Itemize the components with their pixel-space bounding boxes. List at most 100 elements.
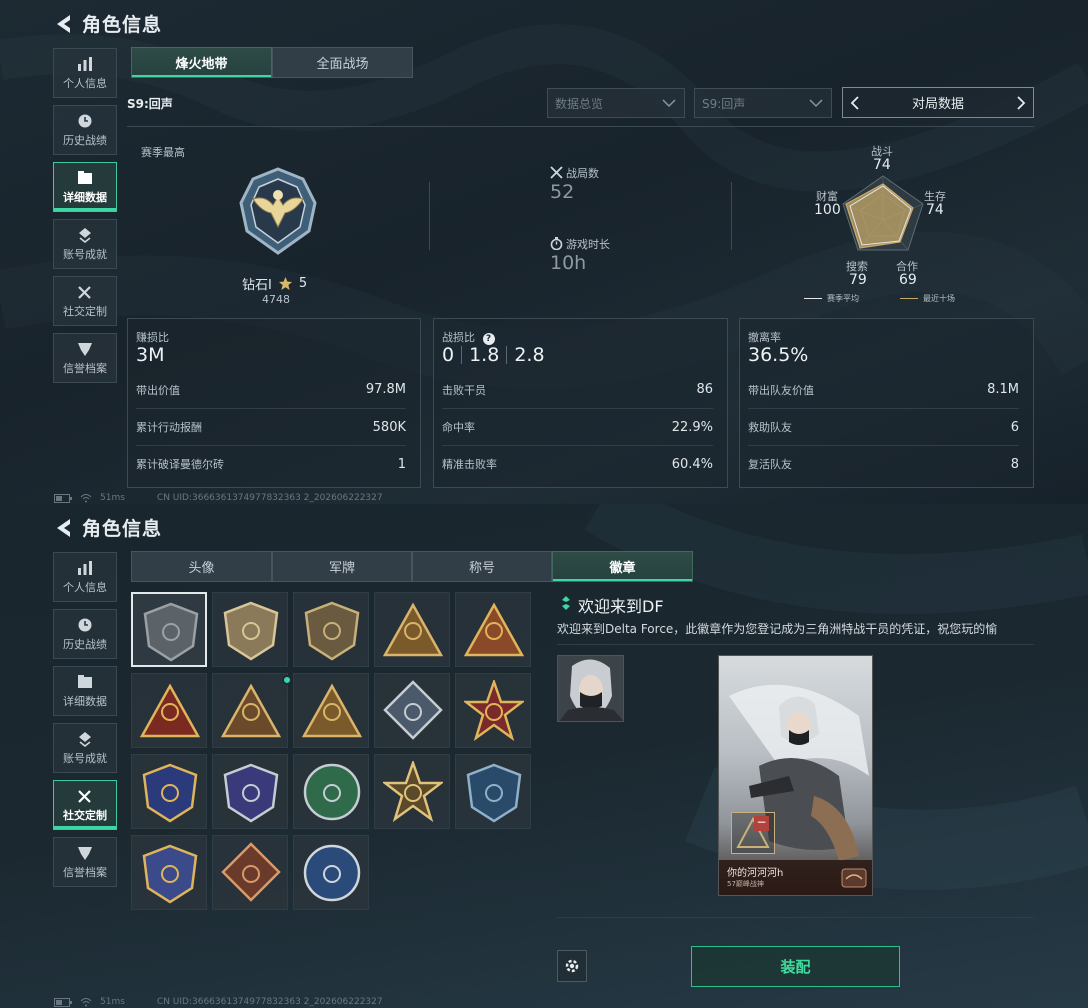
- sidebar-item-details[interactable]: 详细数据: [53, 162, 117, 212]
- stat-label: 救助队友: [748, 421, 792, 434]
- stat-row: 带出价值 97.8M: [136, 371, 406, 408]
- stat-row: 累计行动报酬 580K: [136, 408, 406, 445]
- folder-icon: [78, 170, 92, 184]
- clock-icon: [78, 114, 92, 127]
- data-type-value: 数据总览: [555, 96, 604, 111]
- tab-hazard-zone[interactable]: 烽火地带: [131, 47, 272, 78]
- sidebar-item-profile[interactable]: 个人信息: [53, 552, 117, 602]
- rank-emblem-icon: [239, 167, 317, 255]
- blue-shield-emblem-icon: [223, 763, 279, 823]
- data-type-select[interactable]: 数据总览: [547, 88, 685, 118]
- sidebar-item-achievements[interactable]: 账号成就: [53, 219, 117, 269]
- season-select[interactable]: S9:回声: [694, 88, 832, 118]
- shield-icon: [78, 846, 92, 860]
- fifty-seven-emblem-icon: [383, 602, 443, 657]
- badge-slot[interactable]: [293, 754, 369, 829]
- badge-slot[interactable]: [293, 835, 369, 910]
- dagger-emblem-icon: [304, 601, 360, 661]
- pager-label: 对局数据: [911, 97, 964, 112]
- battery-icon: [54, 493, 72, 503]
- dog-tag-icon: [841, 868, 867, 888]
- sidebar-item-social[interactable]: 社交定制: [53, 780, 117, 830]
- stat-value: 97.8M: [365, 382, 406, 397]
- stat-row: 命中率 22.9%: [442, 408, 713, 445]
- stat-card-profit: 赚损比 3M 带出价值 97.8M 累计行动报酬 580K 累计破译曼德尔砖 1: [127, 318, 421, 488]
- bar-chart-icon: [78, 56, 92, 71]
- badge-slot[interactable]: [212, 673, 288, 748]
- back-arrow-icon[interactable]: [54, 517, 72, 539]
- stat-label: 累计行动报酬: [136, 421, 202, 434]
- tab-avatar[interactable]: 头像: [131, 551, 272, 582]
- card-title: 撤离率: [748, 331, 781, 344]
- stat-row: 带出队友价值 8.1M: [748, 371, 1019, 408]
- status-bar: 51ms CN UID:3666361374977832363 2_202606…: [54, 493, 383, 503]
- kd-values: 0 1.8 2.8: [442, 344, 545, 366]
- status-bar: 51ms CN UID:3666361374977832363 2_202606…: [54, 997, 383, 1007]
- tab-full-battlefield[interactable]: 全面战场: [272, 47, 413, 78]
- chevron-right-icon[interactable]: [1015, 95, 1027, 111]
- badge-slot[interactable]: [455, 592, 531, 667]
- gold-star-emblem-icon: [383, 761, 443, 823]
- badge-slot[interactable]: [374, 592, 450, 667]
- badge-slot[interactable]: [212, 754, 288, 829]
- legend-swatch-average: [804, 298, 822, 299]
- stat-label: 带出队友价值: [748, 383, 814, 397]
- badge-slot[interactable]: [293, 673, 369, 748]
- sidebar-item-history[interactable]: 历史战绩: [53, 609, 117, 659]
- poster-name-bar: 你的河河河h 57巅峰战神: [719, 860, 872, 895]
- radar-legend: 赛季平均 最近十场: [804, 293, 955, 304]
- radar-value-wealth: 100: [814, 202, 841, 218]
- badge-slot[interactable]: [374, 754, 450, 829]
- chevron-down-icon: [662, 99, 676, 108]
- equip-button[interactable]: 装配: [691, 946, 900, 987]
- tab-badge[interactable]: 徽章: [552, 551, 693, 582]
- sidebar-item-label: 历史战绩: [63, 133, 107, 147]
- tab-title[interactable]: 称号: [412, 551, 552, 582]
- badge-slot[interactable]: [131, 673, 207, 748]
- back-arrow-icon[interactable]: [54, 13, 72, 35]
- badge-slot[interactable]: [131, 754, 207, 829]
- ability-radar-chart: [842, 175, 924, 251]
- new-indicator-dot: [282, 675, 292, 685]
- stat-value: 86: [696, 382, 713, 397]
- sidebar-item-label: 社交定制: [63, 808, 107, 822]
- divider: [429, 182, 430, 250]
- badge-detail-title: 欢迎来到DF: [578, 597, 664, 616]
- sidebar-item-label: 账号成就: [63, 751, 107, 765]
- stat-label: 精准击败率: [442, 458, 497, 471]
- page-title: 角色信息: [82, 14, 163, 36]
- star-icon: [278, 277, 292, 290]
- divider: [557, 644, 1034, 645]
- stat-value: 580K: [372, 419, 406, 435]
- rank-name: 钻石I: [242, 278, 272, 293]
- remove-badge-button[interactable]: −: [754, 816, 769, 831]
- sidebar-item-social[interactable]: 社交定制: [53, 276, 117, 326]
- stopwatch-icon: [550, 237, 563, 250]
- badge-slot[interactable]: [455, 673, 531, 748]
- sidebar-item-history[interactable]: 历史战绩: [53, 105, 117, 155]
- badge-customize-screen: 角色信息 个人信息 历史战绩 详细数据 账号成就 社交定制 信誉档案 头像 军牌: [0, 504, 1088, 1008]
- badge-slot[interactable]: [131, 835, 207, 910]
- tab-dog-tag[interactable]: 军牌: [272, 551, 412, 582]
- swords-shield-emblem-icon: [142, 844, 198, 904]
- badge-slot[interactable]: [131, 592, 207, 667]
- stat-label: 击败干员: [442, 383, 486, 397]
- sidebar-item-profile[interactable]: 个人信息: [53, 48, 117, 98]
- bar-chart-icon: [78, 560, 92, 575]
- badge-slot[interactable]: [293, 592, 369, 667]
- ping-value: 51ms: [100, 493, 125, 503]
- badge-slot[interactable]: [374, 673, 450, 748]
- wolf-emblem-icon: [303, 844, 361, 902]
- radar-value-survival: 74: [926, 202, 944, 218]
- number-one-emblem-icon: [140, 683, 200, 738]
- sidebar-item-details[interactable]: 详细数据: [53, 666, 117, 716]
- badge-slot[interactable]: [212, 835, 288, 910]
- badge-slot[interactable]: [212, 592, 288, 667]
- sidebar-item-reputation[interactable]: 信誉档案: [53, 837, 117, 887]
- settings-button[interactable]: [557, 950, 587, 982]
- sidebar-item-achievements[interactable]: 账号成就: [53, 723, 117, 773]
- ping-value: 51ms: [100, 997, 125, 1007]
- chevron-left-icon[interactable]: [849, 95, 861, 111]
- sidebar-item-reputation[interactable]: 信誉档案: [53, 333, 117, 383]
- badge-slot[interactable]: [455, 754, 531, 829]
